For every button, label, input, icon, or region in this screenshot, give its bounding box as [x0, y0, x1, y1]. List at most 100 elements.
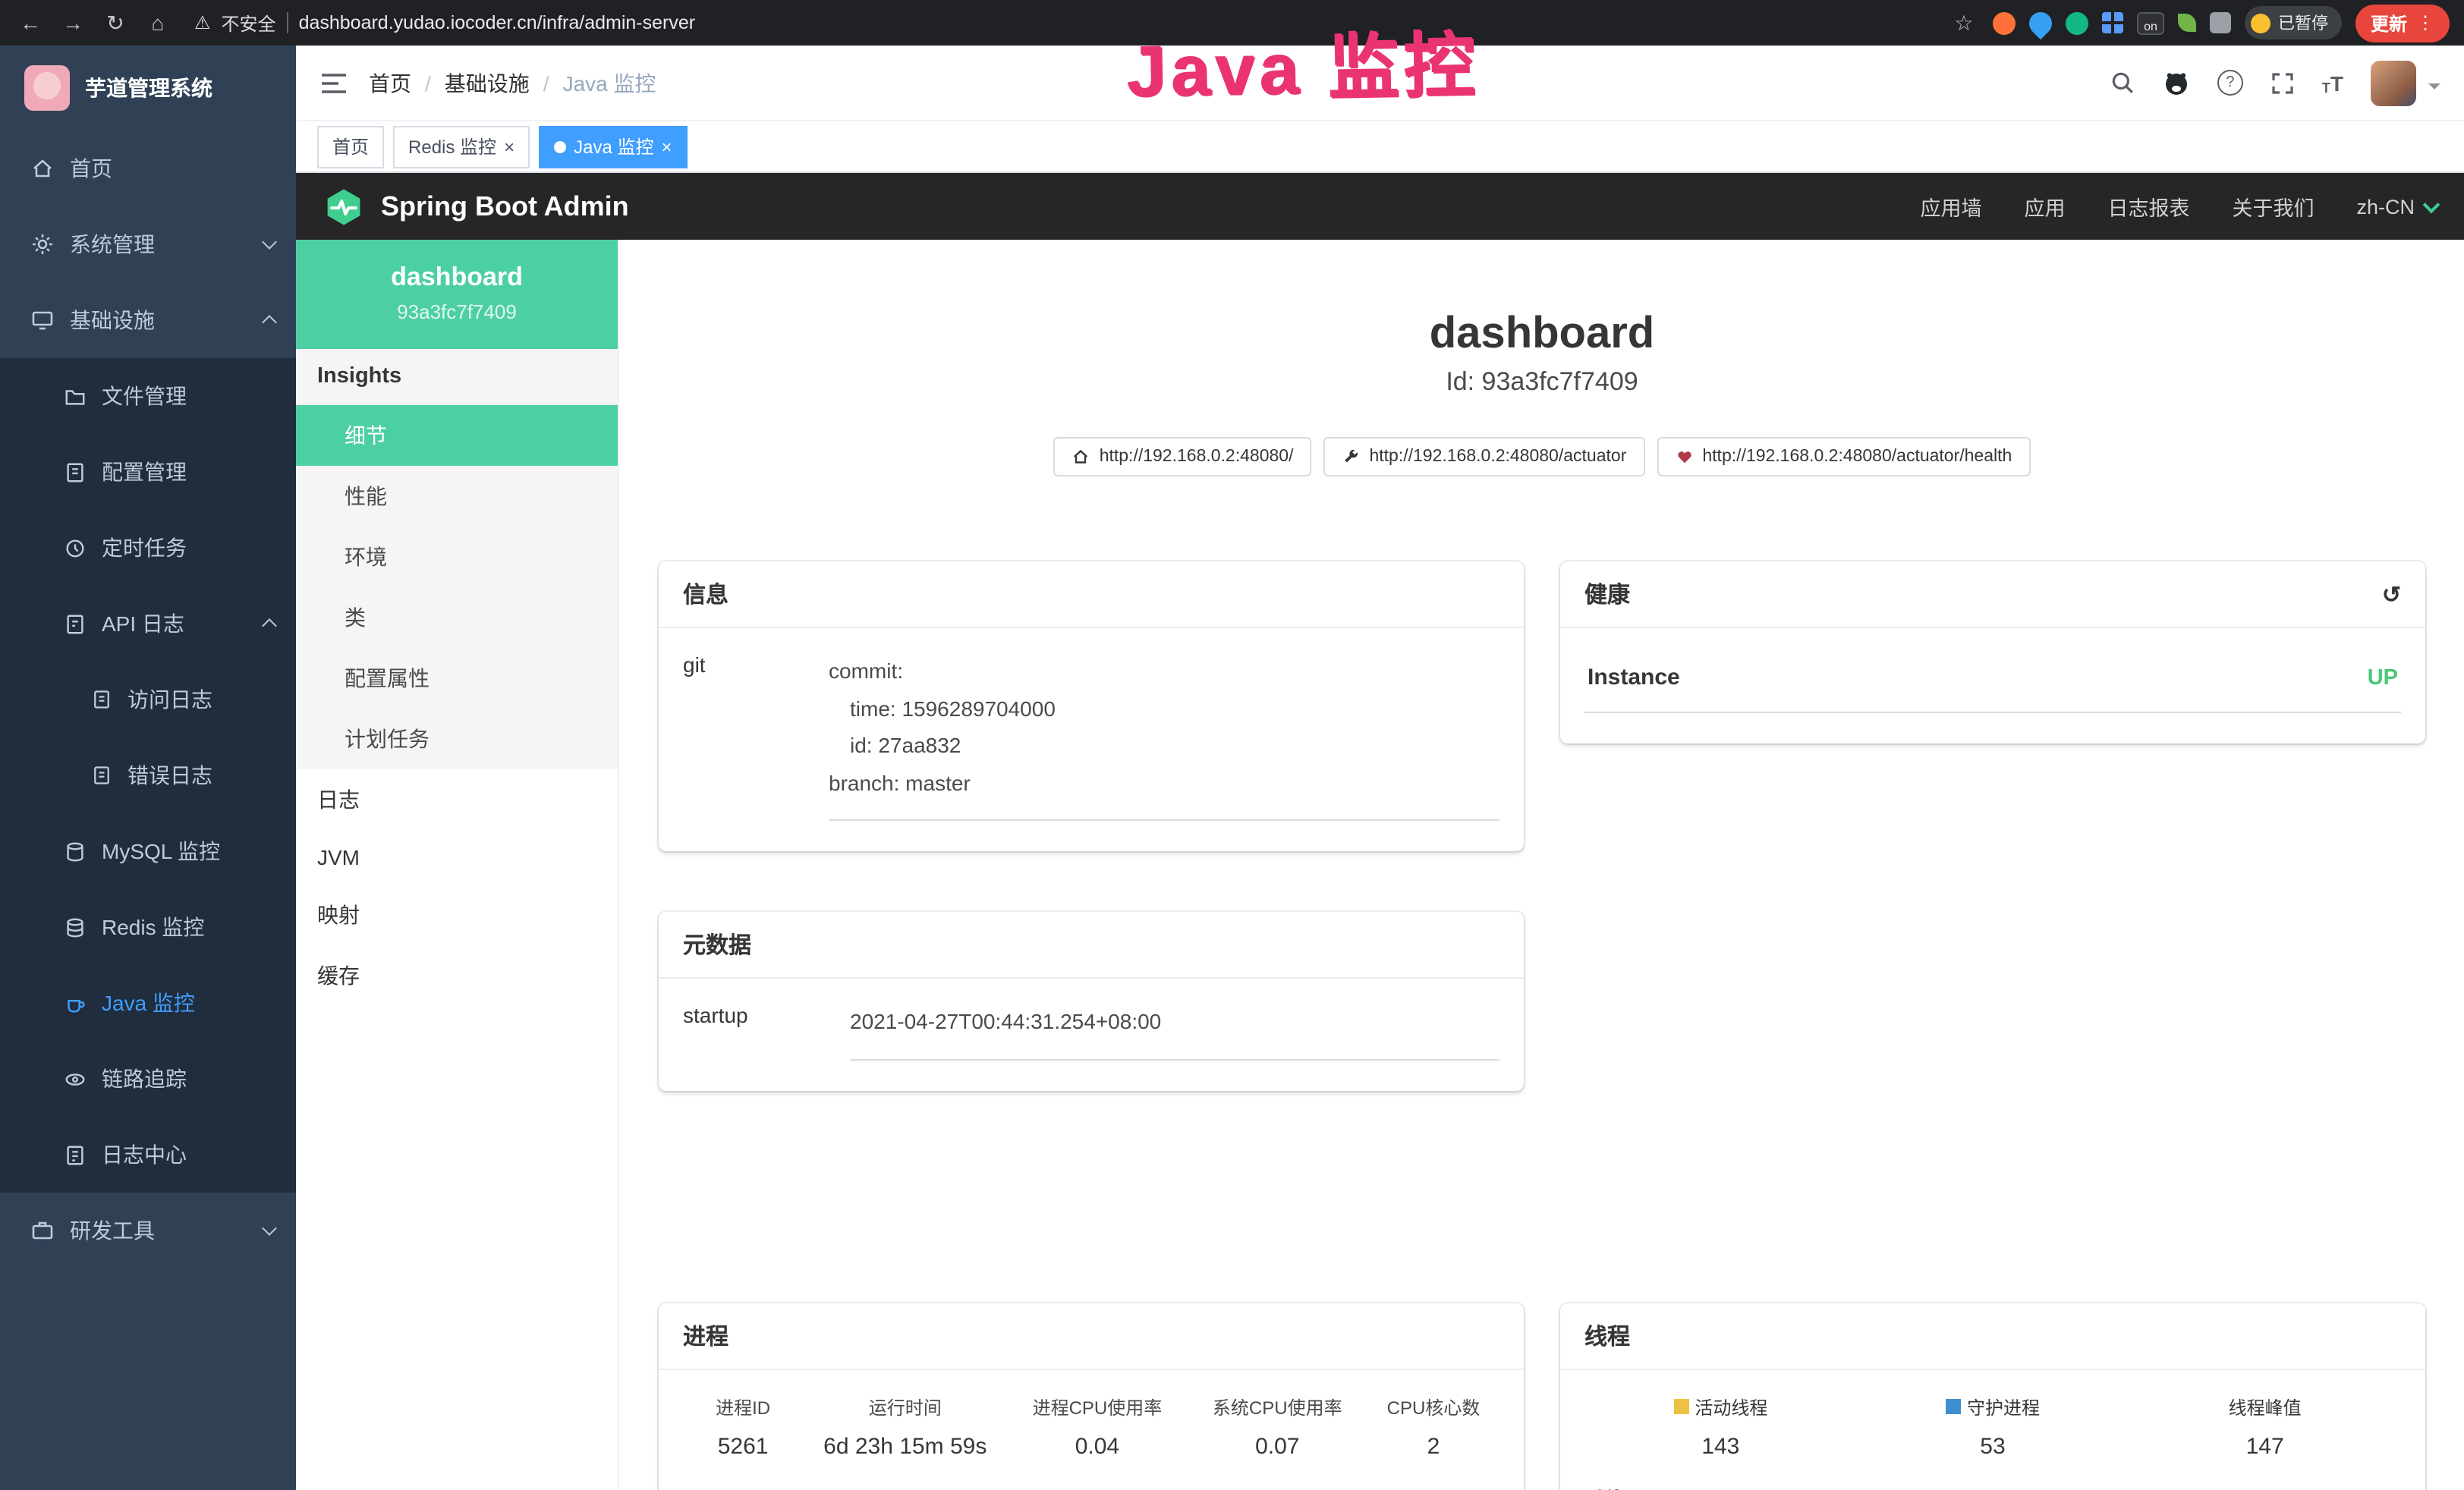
url-text[interactable]: dashboard.yudao.iocoder.cn/infra/admin-s…	[299, 12, 696, 33]
drop-extension-icon[interactable]	[2025, 7, 2056, 39]
sidebar-item-label: 日志中心	[102, 1140, 187, 1170]
tab-redis-monitor[interactable]: Redis 监控 ×	[393, 125, 530, 168]
help-icon[interactable]: ?	[2217, 70, 2243, 96]
sidebar-item-api-logs[interactable]: API 日志	[0, 586, 296, 662]
breadcrumb-item-home[interactable]: 首页	[369, 68, 411, 98]
health-url-link[interactable]: http://192.168.0.2:48080/actuator/health	[1657, 437, 2030, 476]
sidebar-item-java-monitor[interactable]: Java 监控	[0, 965, 296, 1041]
logo-title: 芋道管理系统	[85, 73, 212, 103]
home-icon	[1072, 448, 1090, 466]
paused-badge[interactable]: 已暂停	[2245, 6, 2342, 39]
sba-item-mappings[interactable]: 映射	[296, 885, 618, 945]
sba-body: dashboard 93a3fc7f7409 Insights 细节 性能 环境…	[296, 240, 2464, 1490]
sidebar-item-access-logs[interactable]: 访问日志	[0, 662, 296, 737]
instance-id: Id: 93a3fc7f7409	[659, 367, 2425, 398]
github-icon[interactable]	[2163, 69, 2190, 96]
forward-icon[interactable]: →	[58, 11, 88, 35]
tab-java-monitor[interactable]: Java 监控 ×	[539, 125, 687, 168]
sidebar-item-scheduled-tasks[interactable]: 定时任务	[0, 510, 296, 586]
fullscreen-icon[interactable]	[2270, 71, 2295, 95]
legend-label-peak: 线程峰值	[2229, 1394, 2302, 1419]
history-icon[interactable]: ↺	[2382, 580, 2401, 608]
font-size-icon[interactable]: TT	[2322, 71, 2343, 95]
address-bar[interactable]: ⚠ 不安全 dashboard.yudao.iocoder.cn/infra/a…	[194, 10, 695, 36]
avatar-caret-icon[interactable]	[2428, 83, 2440, 95]
sidebar-logo[interactable]: 芋道管理系统	[0, 46, 296, 130]
sidebar-item-error-logs[interactable]: 错误日志	[0, 737, 296, 813]
sba-brand-title[interactable]: Spring Boot Admin	[381, 190, 629, 222]
collapse-menu-icon[interactable]	[320, 71, 348, 95]
sidebar-item-home[interactable]: 首页	[0, 130, 296, 206]
info-line: branch: master	[829, 764, 1499, 801]
sidebar-item-mysql-monitor[interactable]: MySQL 监控	[0, 813, 296, 889]
language-label: zh-CN	[2356, 195, 2415, 218]
process-card-title: 进程	[683, 1319, 729, 1351]
sba-item-environment[interactable]: 环境	[296, 527, 618, 587]
fox-extension-icon[interactable]	[1993, 11, 2016, 34]
eye-icon	[64, 1067, 87, 1090]
coffee-icon	[64, 992, 87, 1014]
chevron-up-icon	[262, 618, 277, 633]
sidebar-item-redis-monitor[interactable]: Redis 监控	[0, 889, 296, 965]
actuator-url-link[interactable]: http://192.168.0.2:48080/actuator	[1323, 437, 1644, 476]
sidebar-item-config-management[interactable]: 配置管理	[0, 434, 296, 510]
sba-item-details[interactable]: 细节	[296, 405, 618, 466]
sba-app-header[interactable]: dashboard 93a3fc7f7409	[296, 240, 618, 349]
process-card: 进程 进程ID 运行时间 进程CPU使用率 系统CPU使用率 CPU核心数	[659, 1303, 1524, 1490]
tab-close-icon[interactable]: ×	[661, 137, 672, 156]
search-icon[interactable]	[2110, 70, 2135, 96]
reload-icon[interactable]: ↻	[100, 10, 131, 36]
sba-item-jvm[interactable]: JVM	[296, 830, 618, 885]
sidebar-item-file-management[interactable]: 文件管理	[0, 358, 296, 434]
bookmark-star-icon[interactable]: ☆	[1949, 10, 1979, 36]
tab-close-icon[interactable]: ×	[504, 137, 515, 156]
green-extension-icon[interactable]	[2066, 11, 2088, 34]
chart-y-tick: 140	[1596, 1487, 1630, 1490]
legend-label-active: 活动线程	[1695, 1394, 1767, 1419]
back-icon[interactable]: ←	[15, 11, 46, 35]
sidebar-item-system-management[interactable]: 系统管理	[0, 206, 296, 282]
sba-nav-journal[interactable]: 日志报表	[2107, 191, 2189, 222]
question-glyph: ?	[2226, 74, 2234, 91]
empty-cell	[1560, 912, 2425, 1090]
puzzle-extension-icon[interactable]	[2210, 12, 2231, 33]
browser-home-icon[interactable]: ⌂	[143, 11, 173, 35]
sidebar-item-log-center[interactable]: 日志中心	[0, 1117, 296, 1193]
browser-actions: ☆ on 已暂停 更新 ⋮	[1949, 4, 2450, 42]
sba-item-caches[interactable]: 缓存	[296, 945, 618, 1006]
sba-item-classes[interactable]: 类	[296, 587, 618, 648]
wrench-icon	[1342, 448, 1360, 466]
security-label[interactable]: 不安全	[222, 10, 276, 36]
update-button[interactable]: 更新 ⋮	[2355, 4, 2450, 42]
tab-label: Java 监控	[574, 134, 653, 159]
breadcrumb-item-infrastructure[interactable]: 基础设施	[445, 68, 530, 98]
sidebar-item-dev-tools[interactable]: 研发工具	[0, 1193, 296, 1268]
browser-menu-icon[interactable]: ⋮	[2416, 12, 2434, 33]
grid-extension-icon[interactable]	[2102, 12, 2123, 33]
tab-home[interactable]: 首页	[317, 125, 384, 168]
sba-nav-wall[interactable]: 应用墙	[1920, 191, 1981, 222]
sba-item-logs[interactable]: 日志	[296, 769, 618, 830]
sba-item-scheduled-tasks[interactable]: 计划任务	[296, 709, 618, 769]
tags-view-bar: 首页 Redis 监控 × Java 监控 ×	[296, 121, 2464, 173]
toolbox-icon	[30, 1218, 55, 1243]
sba-nav-about[interactable]: 关于我们	[2232, 191, 2314, 222]
service-url-link[interactable]: http://192.168.0.2:48080/	[1054, 437, 1312, 476]
sba-app-name: dashboard	[308, 262, 606, 293]
sidebar-item-trace[interactable]: 链路追踪	[0, 1041, 296, 1117]
sba-language-select[interactable]: zh-CN	[2356, 195, 2437, 218]
logo-avatar	[24, 65, 70, 111]
admin-sidebar: 芋道管理系统 首页 系统管理 基础设施 文件管理 配置管理 定时任务	[0, 46, 296, 1490]
sidebar-item-infrastructure[interactable]: 基础设施	[0, 282, 296, 358]
breadcrumb-separator: /	[543, 71, 549, 95]
leaf-extension-icon[interactable]	[2178, 14, 2196, 32]
on-badge-extension-icon[interactable]: on	[2137, 11, 2164, 34]
user-avatar[interactable]	[2371, 60, 2416, 105]
sba-item-performance[interactable]: 性能	[296, 466, 618, 527]
health-row: Instance UP	[1584, 652, 2401, 713]
home-icon	[30, 156, 55, 181]
sba-item-config-properties[interactable]: 配置属性	[296, 648, 618, 709]
address-divider	[287, 12, 288, 33]
sba-nav-applications[interactable]: 应用	[2024, 191, 2065, 222]
process-col-header: 运行时间	[803, 1394, 1007, 1419]
